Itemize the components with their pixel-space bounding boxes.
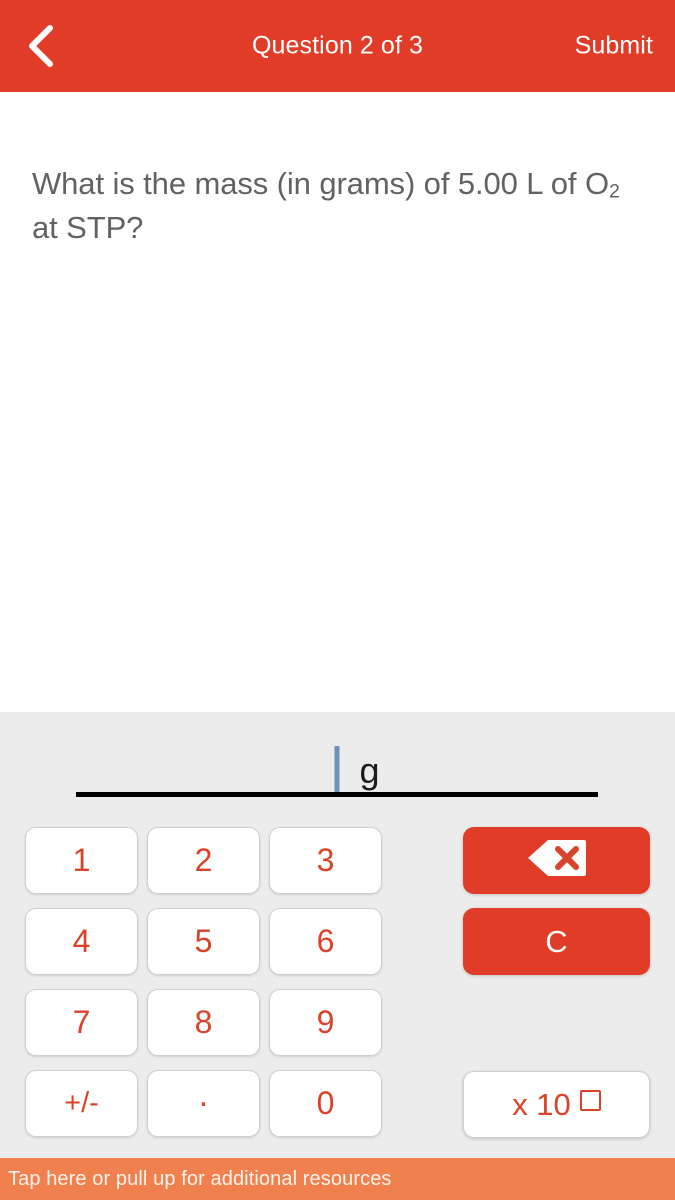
submit-button[interactable]: Submit — [575, 32, 653, 61]
action-keypad: C x 10 — [463, 827, 650, 1138]
app-header: Question 2 of 3 Submit — [0, 0, 675, 92]
question-area: What is the mass (in grams) of 5.00 L of… — [0, 92, 675, 712]
question-subscript: 2 — [608, 180, 620, 203]
answer-underline — [76, 792, 598, 797]
key-decimal[interactable]: . — [147, 1070, 260, 1137]
number-keypad: 1 2 3 4 5 6 7 8 9 +/- . 0 — [25, 827, 382, 1137]
text-cursor — [334, 746, 340, 796]
key-4[interactable]: 4 — [25, 908, 138, 975]
backspace-button[interactable] — [463, 827, 650, 894]
backspace-delete-icon — [526, 838, 588, 883]
key-8[interactable]: 8 — [147, 989, 260, 1056]
additional-resources-bar[interactable]: Tap here or pull up for additional resou… — [0, 1158, 675, 1200]
question-text-part2: at STP? — [32, 210, 144, 246]
key-3[interactable]: 3 — [269, 827, 382, 894]
key-5[interactable]: 5 — [147, 908, 260, 975]
key-0[interactable]: 0 — [269, 1070, 382, 1137]
key-6[interactable]: 6 — [269, 908, 382, 975]
key-1[interactable]: 1 — [25, 827, 138, 894]
empty-square-icon — [579, 1090, 601, 1111]
answer-unit: g — [359, 750, 380, 791]
clear-button[interactable]: C — [463, 908, 650, 975]
exponent-label: x 10 — [512, 1086, 571, 1122]
key-7[interactable]: 7 — [25, 989, 138, 1056]
question-text-part1: What is the mass (in grams) of 5.00 L of… — [32, 166, 609, 201]
keypad-panel: g 1 2 3 4 5 6 7 8 9 +/- . 0 C x 10 — [0, 712, 675, 1158]
key-9[interactable]: 9 — [269, 989, 382, 1056]
additional-resources-label: Tap here or pull up for additional resou… — [8, 1167, 392, 1190]
key-2[interactable]: 2 — [147, 827, 260, 894]
key-sign[interactable]: +/- — [25, 1070, 138, 1137]
action-spacer-2 — [463, 975, 650, 1071]
action-spacer-1 — [463, 894, 650, 908]
exponent-button[interactable]: x 10 — [463, 1071, 650, 1138]
question-text: What is the mass (in grams) of 5.00 L of… — [32, 162, 644, 250]
